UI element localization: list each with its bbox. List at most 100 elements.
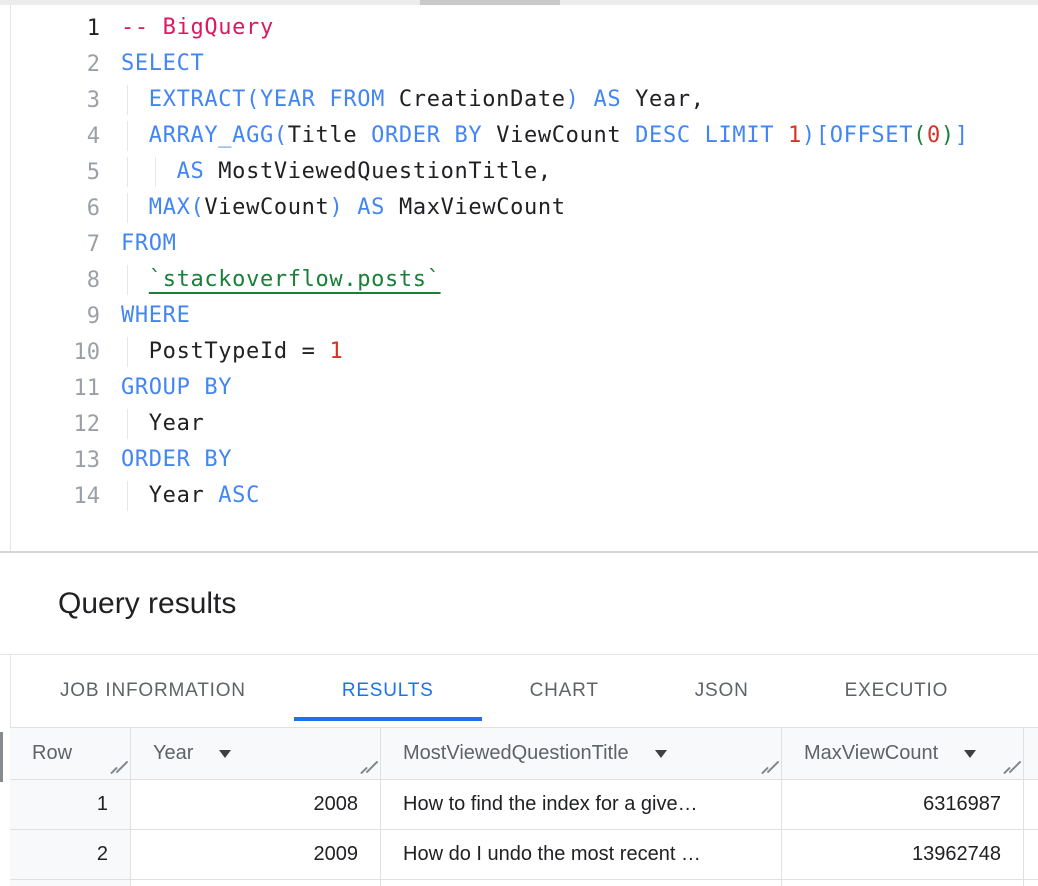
sql-code-editor[interactable]: 1-- BigQuery2SELECT3 EXTRACT(YEAR FROM C… [0, 5, 1038, 551]
table-reference-link[interactable]: `stackoverflow.posts` [149, 267, 441, 292]
column-menu-arrow-icon[interactable] [655, 750, 667, 758]
cell-spacer [1024, 830, 1038, 880]
column-header-label: Year [153, 742, 193, 765]
column-resize-grip[interactable] [1002, 759, 1018, 775]
code-token: FROM [121, 231, 177, 256]
indent-guide-line [155, 157, 156, 187]
line-number: 7 [10, 232, 100, 257]
column-header-row[interactable]: Row [10, 728, 131, 780]
code-line: 4 ARRAY_AGG(Title ORDER BY ViewCount DES… [0, 118, 1038, 154]
results-table: Row Year MostViewedQuestionTitle MaxViewCou… [10, 727, 1038, 886]
query-results-header: Query results [0, 553, 1038, 654]
code-token: AS [357, 195, 385, 220]
code-token [121, 267, 149, 292]
code-text: PostTypeId = 1 [121, 334, 1038, 370]
indent-guide-line [127, 337, 128, 367]
code-token: PostTypeId = [121, 339, 329, 364]
line-number: 4 [10, 124, 100, 149]
code-token: ViewCount [482, 123, 635, 148]
code-token: ASC [218, 483, 260, 508]
code-token [580, 87, 594, 112]
code-line: 5 AS MostViewedQuestionTitle, [0, 154, 1038, 190]
cell-row-number [10, 880, 131, 886]
code-line: 3 EXTRACT(YEAR FROM CreationDate) AS Yea… [0, 82, 1038, 118]
code-token: SELECT [121, 51, 204, 76]
line-number: 12 [10, 412, 100, 437]
indent-guide-line [127, 409, 128, 439]
code-token: ViewCount [204, 195, 329, 220]
cell [381, 880, 782, 886]
code-line: 6 MAX(ViewCount) AS MaxViewCount [0, 190, 1038, 226]
code-line: 12 Year [0, 406, 1038, 442]
code-line: 1-- BigQuery [0, 10, 1038, 46]
column-header-label: MostViewedQuestionTitle [403, 742, 629, 765]
code-token: AS [593, 87, 621, 112]
table-header-row: Row Year MostViewedQuestionTitle MaxViewCou… [10, 728, 1038, 780]
results-tab-bar: JOB INFORMATION RESULTS CHART JSON EXECUTIO [12, 655, 996, 727]
line-number: 6 [10, 196, 100, 221]
code-token: 1 [329, 339, 343, 364]
indent-guide-line [127, 265, 128, 295]
active-tab-underline [294, 717, 482, 721]
indent-guide-line [127, 121, 128, 151]
column-resize-grip[interactable] [760, 759, 776, 775]
code-token: -- BigQuery [121, 15, 274, 40]
cell-row: 1 [10, 780, 131, 830]
column-header-most-viewed-question-title[interactable]: MostViewedQuestionTitle [381, 728, 782, 780]
code-text: MAX(ViewCount) AS MaxViewCount [121, 190, 1038, 226]
tab-json[interactable]: JSON [647, 655, 797, 727]
code-token: Title [288, 123, 371, 148]
line-number: 13 [10, 448, 100, 473]
code-text: GROUP BY [121, 370, 1038, 406]
code-token: ] [955, 123, 969, 148]
tab-label: JSON [695, 680, 749, 702]
tab-chart[interactable]: CHART [482, 655, 647, 727]
column-header-label: Row [32, 742, 72, 765]
tab-execution-details[interactable]: EXECUTIO [797, 655, 997, 727]
code-text: EXTRACT(YEAR FROM CreationDate) AS Year, [121, 82, 1038, 118]
column-resize-grip[interactable] [109, 759, 125, 775]
code-line: 8 `stackoverflow.posts` [0, 262, 1038, 298]
results-vertical-scrollbar-thumb[interactable] [0, 732, 3, 782]
column-header-spacer [1024, 728, 1038, 780]
code-text: FROM [121, 226, 1038, 262]
cell-max-view-count: 6316987 [782, 780, 1024, 830]
code-token: GROUP BY [121, 375, 232, 400]
column-menu-arrow-icon[interactable] [219, 750, 231, 758]
code-line: 14 Year ASC [0, 478, 1038, 514]
tab-label: EXECUTIO [845, 680, 949, 702]
code-token: ( [913, 123, 927, 148]
table-row: 22009How do I undo the most recent …1396… [10, 830, 1038, 880]
code-line: 13 ORDER BY [0, 442, 1038, 478]
code-text: SELECT [121, 46, 1038, 82]
tab-label: RESULTS [342, 680, 434, 702]
indent-guide-line [127, 481, 128, 511]
code-token [774, 123, 788, 148]
column-header-label: MaxViewCount [804, 742, 938, 765]
cell-spacer [1024, 780, 1038, 830]
tab-job-information[interactable]: JOB INFORMATION [12, 655, 294, 727]
cell [1024, 880, 1038, 886]
column-menu-arrow-icon[interactable] [964, 750, 976, 758]
code-text: ORDER BY [121, 442, 1038, 478]
tab-results[interactable]: RESULTS [294, 655, 482, 727]
code-token: MAX( [149, 195, 205, 220]
line-number: 2 [10, 52, 100, 77]
column-resize-grip[interactable] [359, 759, 375, 775]
indent-guide-line [127, 193, 128, 223]
tab-label: JOB INFORMATION [60, 680, 246, 702]
code-token: WHERE [121, 303, 190, 328]
code-token: CreationDate [385, 87, 566, 112]
code-token [121, 87, 149, 112]
column-header-year[interactable]: Year [131, 728, 381, 780]
code-text: -- BigQuery [121, 10, 1038, 46]
code-token: EXTRACT(YEAR FROM [149, 87, 385, 112]
code-line: 11GROUP BY [0, 370, 1038, 406]
code-token: ARRAY_AGG( [149, 123, 288, 148]
code-line: 2 SELECT [0, 46, 1038, 82]
code-text: ARRAY_AGG(Title ORDER BY ViewCount DESC … [121, 118, 1038, 154]
column-header-max-view-count[interactable]: MaxViewCount [782, 728, 1024, 780]
code-token: DESC LIMIT [635, 123, 774, 148]
code-text: WHERE [121, 298, 1038, 334]
cell-max-view-count: 13962748 [782, 830, 1024, 880]
